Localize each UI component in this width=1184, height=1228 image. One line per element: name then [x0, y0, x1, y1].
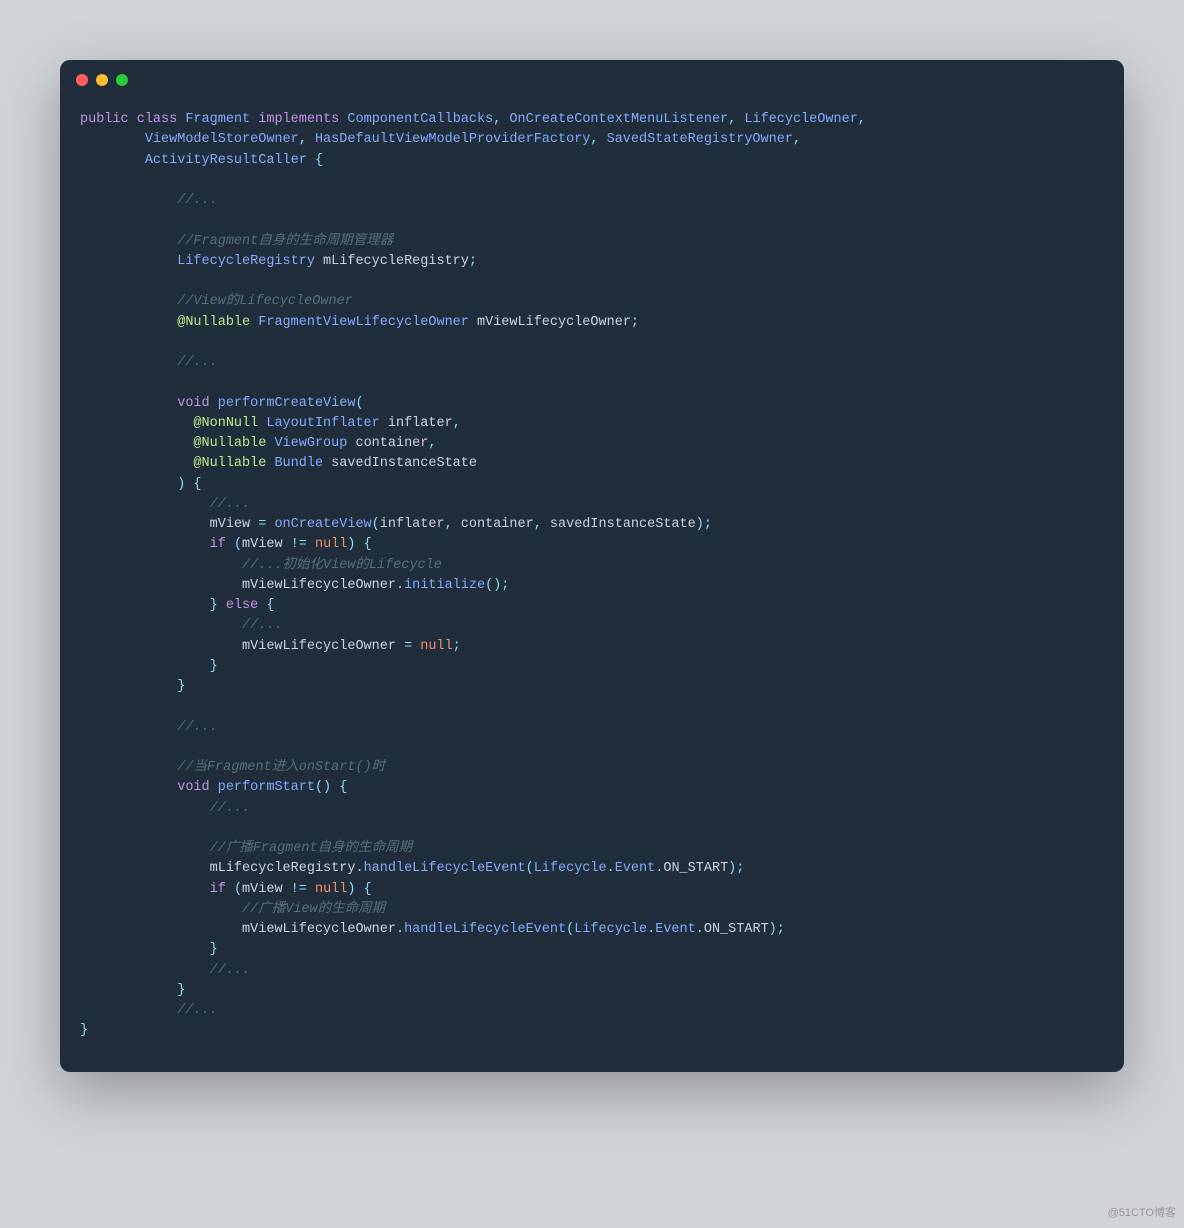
minimize-icon[interactable]: [96, 74, 108, 86]
code-content: public class Fragment implements Compone…: [80, 110, 1104, 1042]
maximize-icon[interactable]: [116, 74, 128, 86]
close-icon[interactable]: [76, 74, 88, 86]
watermark-text: @51CTO博客: [1108, 1204, 1176, 1220]
code-editor[interactable]: public class Fragment implements Compone…: [60, 100, 1124, 1072]
window-titlebar: [60, 60, 1124, 100]
code-window: public class Fragment implements Compone…: [60, 60, 1124, 1072]
